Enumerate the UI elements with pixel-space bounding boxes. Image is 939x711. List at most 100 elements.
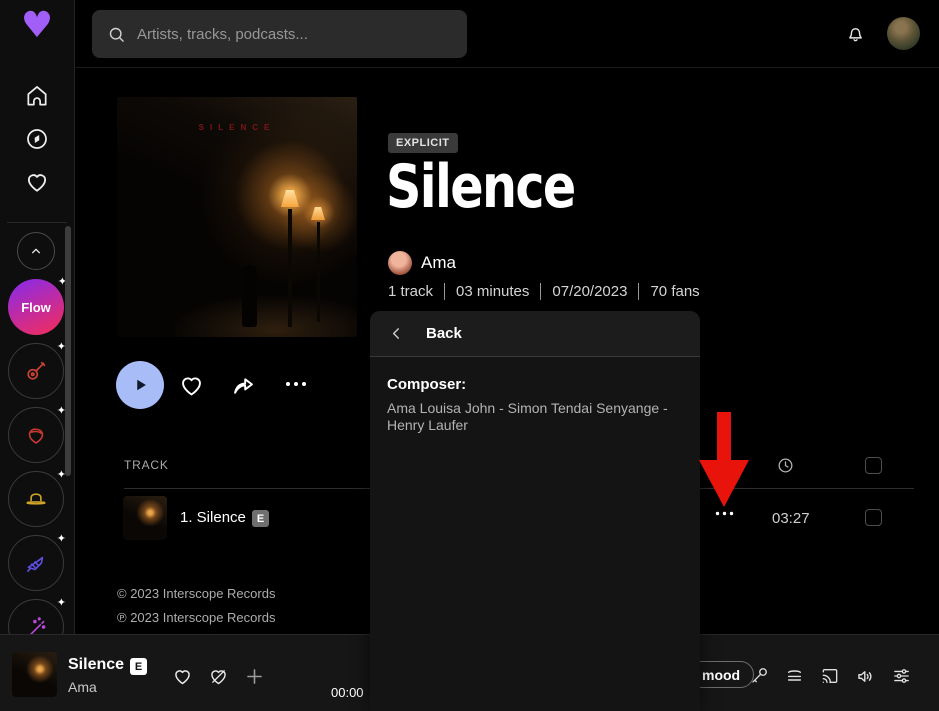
channel-hat[interactable]: ✦ bbox=[8, 468, 66, 527]
now-playing-thumbnail[interactable] bbox=[12, 652, 57, 697]
notifications-button[interactable] bbox=[845, 23, 866, 44]
track-thumbnail bbox=[123, 496, 167, 540]
track-explicit-badge: E bbox=[252, 510, 269, 527]
volume-button[interactable] bbox=[855, 666, 876, 687]
mood-label: mood bbox=[702, 666, 741, 683]
now-playing-title[interactable]: Silence bbox=[68, 656, 124, 674]
lamp-glow-decoration bbox=[311, 207, 325, 220]
microphone-icon bbox=[749, 666, 769, 686]
panel-header: Back bbox=[370, 311, 700, 357]
silhouette-decoration bbox=[242, 265, 257, 327]
now-playing-artist[interactable]: Ama bbox=[68, 679, 97, 695]
queue-icon bbox=[784, 666, 805, 686]
search-input[interactable] bbox=[137, 25, 452, 43]
audio-settings-button[interactable] bbox=[891, 666, 912, 686]
pin-star-icon: ✦ bbox=[56, 596, 66, 609]
search-icon bbox=[107, 25, 126, 44]
brand-heart-logo[interactable]: ♥ bbox=[0, 8, 74, 44]
channel-trumpet[interactable]: ✦ bbox=[8, 532, 66, 591]
phonogram-line: ℗ 2023 Interscope Records bbox=[117, 610, 276, 625]
back-button[interactable] bbox=[388, 325, 405, 342]
heart-icon bbox=[178, 372, 205, 399]
chevron-up-icon bbox=[28, 243, 44, 259]
now-playing-explicit-badge: E bbox=[130, 658, 147, 675]
compass-icon bbox=[24, 126, 50, 152]
top-bar bbox=[76, 0, 939, 68]
cast-button[interactable] bbox=[820, 666, 840, 686]
artist-name: Ama bbox=[421, 253, 456, 272]
stat-fans: 70 fans bbox=[638, 283, 710, 300]
shell-heart-icon bbox=[24, 423, 48, 447]
sidebar-item-explore[interactable] bbox=[21, 123, 53, 155]
search-bar[interactable] bbox=[92, 10, 467, 58]
like-track-button[interactable] bbox=[172, 666, 193, 687]
composer-label: Composer: bbox=[387, 376, 467, 393]
flow-channel-button[interactable]: Flow ✦ bbox=[8, 275, 67, 335]
share-button[interactable] bbox=[230, 372, 257, 399]
queue-button[interactable] bbox=[784, 666, 805, 686]
sidebar-divider bbox=[7, 222, 67, 223]
volume-icon bbox=[855, 666, 876, 687]
track-checkbox[interactable] bbox=[865, 509, 882, 526]
collapse-rail-button[interactable] bbox=[17, 232, 55, 270]
panel-body: Composer: Ama Louisa John - Simon Tendai… bbox=[370, 357, 700, 452]
album-art-caption: SILENCE bbox=[198, 123, 276, 132]
composer-names: Ama Louisa John - Simon Tendai Senyange … bbox=[387, 400, 668, 433]
dislike-track-button[interactable] bbox=[208, 666, 229, 687]
track-info-panel: Back Composer: Ama Louisa John - Simon T… bbox=[370, 311, 700, 711]
sidebar-item-favorites[interactable] bbox=[21, 166, 53, 198]
flow-label: Flow bbox=[21, 299, 51, 315]
lyrics-button[interactable] bbox=[749, 666, 769, 686]
user-avatar[interactable] bbox=[887, 17, 920, 50]
app-window: ♥ Flow ✦ ✦ ✦ ✦ ✦ ✦ Artists, tracks, podc… bbox=[0, 0, 939, 711]
page-title: Silence bbox=[386, 152, 576, 222]
red-arrow-stem bbox=[717, 412, 731, 462]
add-to-playlist-button[interactable] bbox=[244, 666, 265, 687]
sidebar-scrollbar[interactable] bbox=[65, 226, 71, 476]
heart-icon bbox=[172, 666, 193, 687]
play-icon bbox=[129, 374, 151, 396]
lamp-post-decoration bbox=[288, 209, 292, 327]
artist-avatar bbox=[388, 251, 412, 275]
album-cover-art: SILENCE bbox=[117, 97, 357, 337]
track-more-options-button[interactable] bbox=[714, 510, 735, 517]
track-column-header: TRACK bbox=[124, 458, 169, 472]
channel-guitar[interactable]: ✦ bbox=[8, 340, 66, 399]
trumpet-icon bbox=[23, 550, 49, 576]
play-button[interactable] bbox=[116, 361, 164, 409]
sidebar-item-home[interactable] bbox=[21, 80, 53, 112]
share-icon bbox=[230, 372, 257, 399]
copyright-line: © 2023 Interscope Records bbox=[117, 586, 276, 601]
track-duration: 03:27 bbox=[772, 510, 810, 527]
artist-link[interactable]: Ama bbox=[388, 251, 456, 275]
more-options-button[interactable] bbox=[284, 380, 308, 388]
sidebar: ♥ Flow ✦ ✦ ✦ ✦ ✦ ✦ bbox=[0, 0, 75, 655]
stat-tracks: 1 track bbox=[388, 283, 434, 300]
stat-date: 07/20/2023 bbox=[540, 283, 638, 300]
album-stats: 1 track 03 minutes 07/20/2023 70 fans bbox=[388, 283, 711, 300]
ellipsis-icon bbox=[714, 510, 735, 517]
chevron-left-icon bbox=[388, 325, 405, 342]
track-title[interactable]: 1. Silence bbox=[180, 509, 246, 526]
select-all-checkbox[interactable] bbox=[865, 457, 882, 474]
cast-icon bbox=[820, 666, 840, 686]
red-arrow-head bbox=[699, 460, 749, 507]
heart-slash-icon bbox=[208, 666, 229, 687]
elapsed-time: 00:00 bbox=[331, 685, 364, 700]
guitar-icon bbox=[23, 358, 49, 384]
clock-icon bbox=[776, 456, 795, 475]
hat-icon bbox=[23, 486, 49, 512]
favorite-album-button[interactable] bbox=[178, 372, 205, 399]
lamp-post-decoration bbox=[317, 222, 320, 322]
stat-minutes: 03 minutes bbox=[444, 283, 540, 300]
home-icon bbox=[24, 83, 50, 109]
sliders-icon bbox=[891, 666, 912, 686]
back-label[interactable]: Back bbox=[426, 325, 462, 342]
heart-icon bbox=[24, 169, 50, 195]
channel-love[interactable]: ✦ bbox=[8, 404, 66, 463]
bell-icon bbox=[845, 23, 866, 44]
lamp-glow-decoration bbox=[281, 190, 299, 207]
duration-column-header bbox=[776, 456, 795, 475]
plus-icon bbox=[244, 666, 265, 687]
pin-star-icon: ✦ bbox=[56, 532, 66, 545]
